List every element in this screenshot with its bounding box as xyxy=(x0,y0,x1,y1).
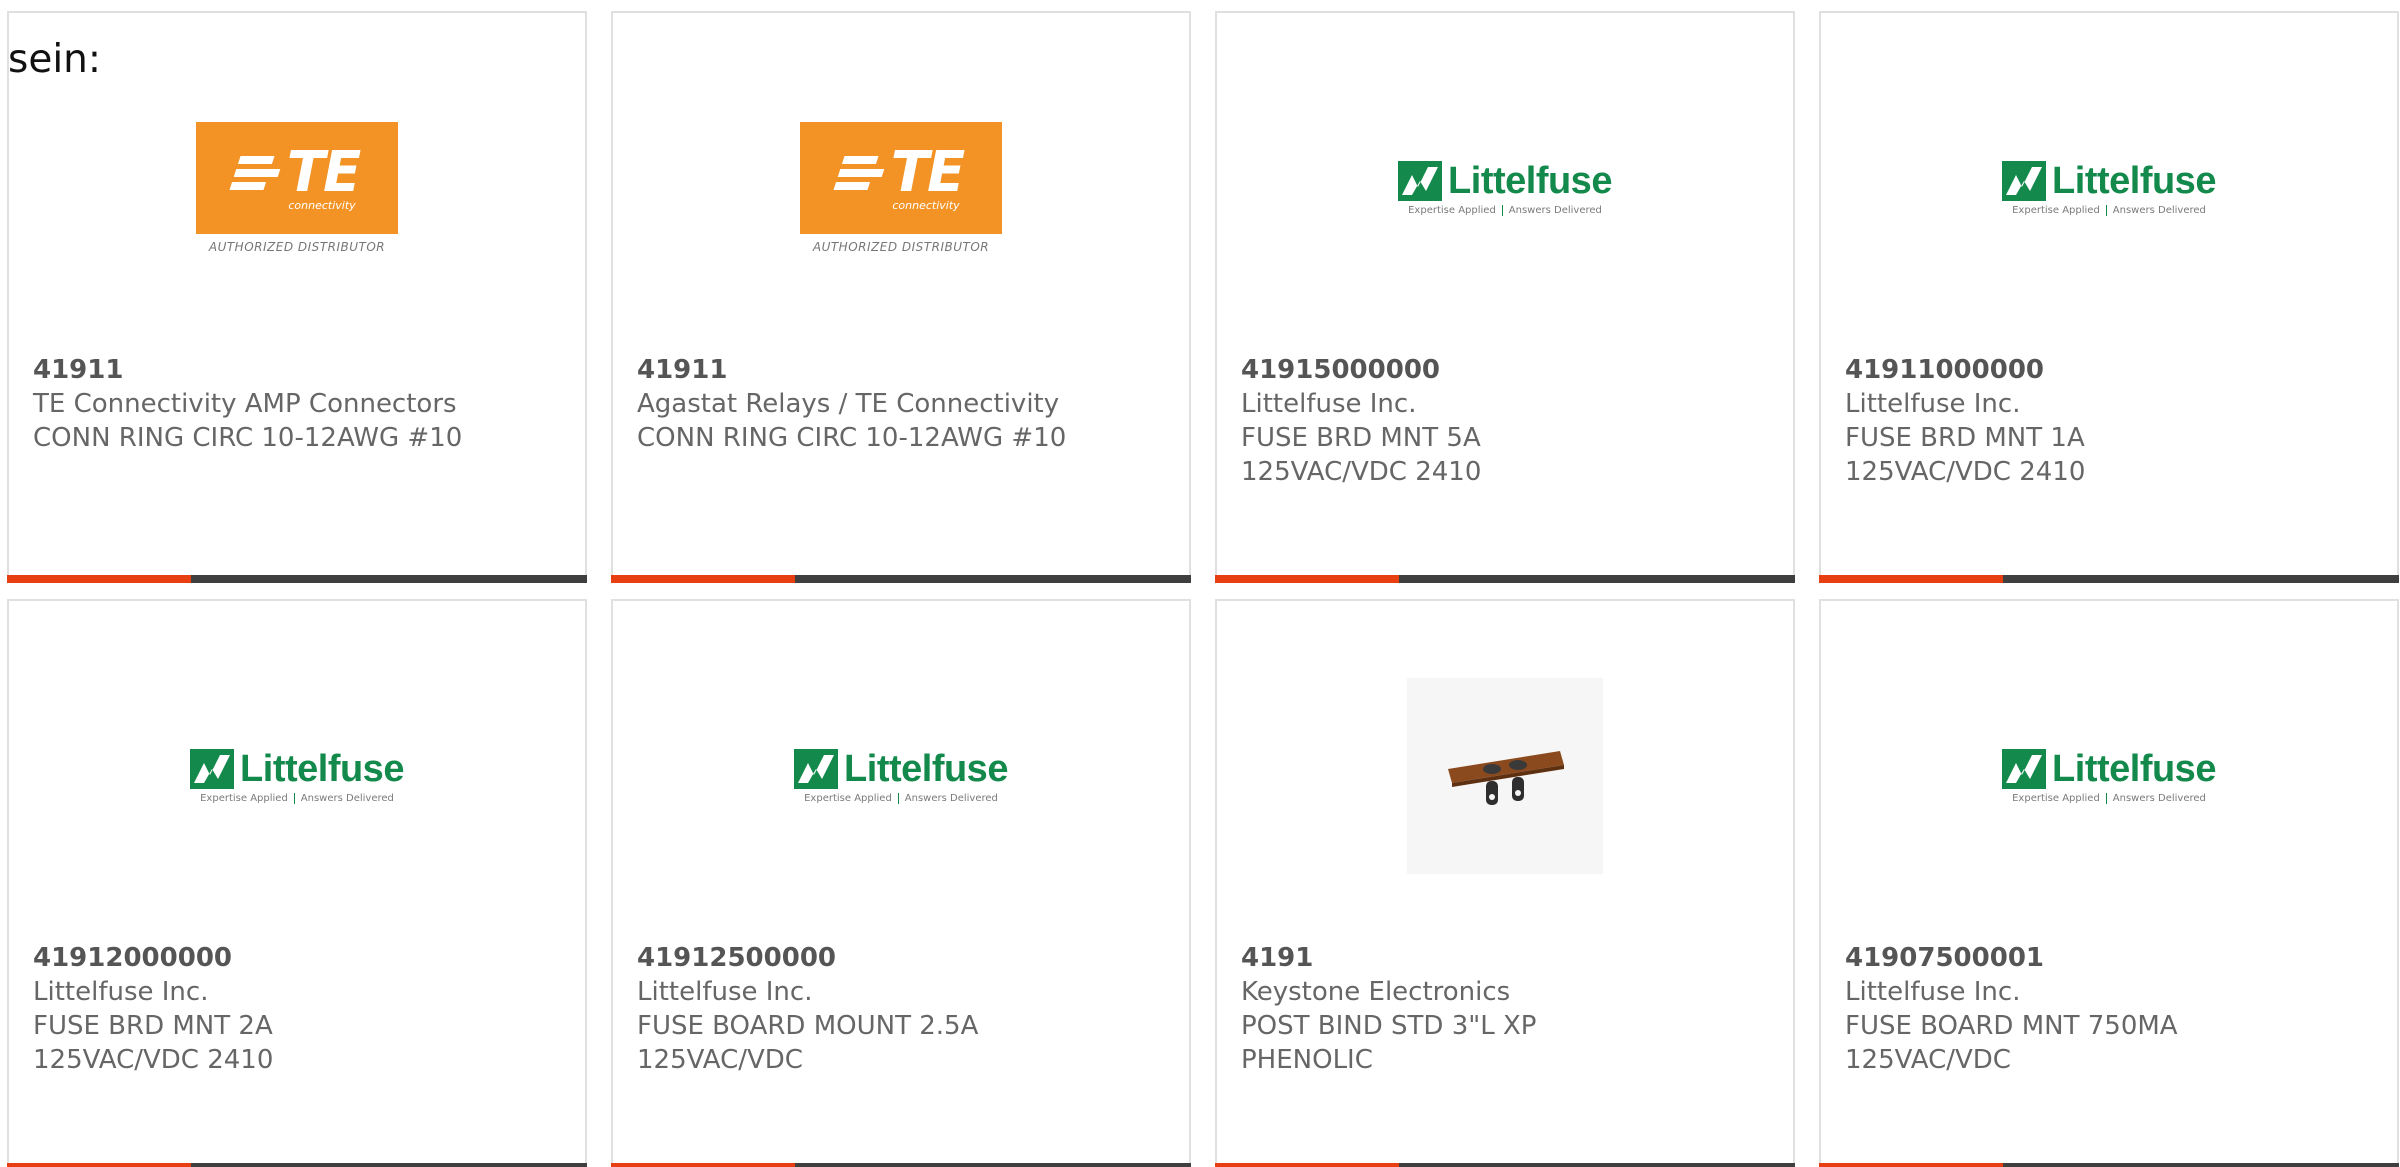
manufacturer: Agastat Relays / TE Connectivity xyxy=(637,389,1060,419)
littelfuse-mark-icon xyxy=(794,748,839,789)
littelfuse-mark-icon xyxy=(1398,160,1443,201)
product-card[interactable]: TE connectivity AUTHORIZED DISTRIBUTOR 4… xyxy=(611,11,1191,583)
product-card[interactable]: Littelfuse Expertise Applied Answers Del… xyxy=(1215,11,1795,583)
part-number[interactable]: 41907500001 xyxy=(1845,943,2044,973)
product-card[interactable]: Littelfuse Expertise Applied Answers Del… xyxy=(611,599,1191,1167)
product-image: TE connectivity AUTHORIZED DISTRIBUTOR xyxy=(9,113,585,263)
card-bottom-bar xyxy=(7,575,587,583)
manufacturer: Littelfuse Inc. xyxy=(637,977,813,1007)
product-image: Littelfuse Expertise Applied Answers Del… xyxy=(613,701,1189,851)
product-image: Littelfuse Expertise Applied Answers Del… xyxy=(1821,701,2397,851)
littelfuse-logo: Littelfuse Expertise Applied Answers Del… xyxy=(2002,160,2216,216)
product-card[interactable]: Littelfuse Expertise Applied Answers Del… xyxy=(1819,11,2399,583)
description: FUSE BRD MNT 1A 125VAC/VDC 2410 xyxy=(1845,423,2086,487)
product-card[interactable]: Littelfuse Expertise Applied Answers Del… xyxy=(1819,599,2399,1167)
littelfuse-logo: Littelfuse Expertise Applied Answers Del… xyxy=(1398,160,1612,216)
authorized-distributor-label: AUTHORIZED DISTRIBUTOR xyxy=(812,240,990,254)
description: POST BIND STD 3"L XP PHENOLIC xyxy=(1241,1011,1537,1075)
card-bottom-bar xyxy=(7,1163,587,1167)
manufacturer: Littelfuse Inc. xyxy=(33,977,209,1007)
product-image xyxy=(1217,678,1793,874)
part-number[interactable]: 41911 xyxy=(33,355,123,385)
manufacturer: Keystone Electronics xyxy=(1241,977,1511,1007)
product-image: TE connectivity AUTHORIZED DISTRIBUTOR xyxy=(613,113,1189,263)
part-number[interactable]: 4191 xyxy=(1241,943,1313,973)
littelfuse-logo: Littelfuse Expertise Applied Answers Del… xyxy=(2002,748,2216,804)
product-image: Littelfuse Expertise Applied Answers Del… xyxy=(1821,113,2397,263)
product-grid: TE connectivity AUTHORIZED DISTRIBUTOR 4… xyxy=(7,11,2399,1167)
description: FUSE BRD MNT 5A 125VAC/VDC 2410 xyxy=(1241,423,1482,487)
part-number[interactable]: 41912000000 xyxy=(33,943,232,973)
part-number[interactable]: 41911000000 xyxy=(1845,355,2044,385)
product-card[interactable]: 4191 Keystone Electronics POST BIND STD … xyxy=(1215,599,1795,1167)
manufacturer: Littelfuse Inc. xyxy=(1845,389,2021,419)
page-prefix-text: sein: xyxy=(8,37,102,82)
littelfuse-logo: Littelfuse Expertise Applied Answers Del… xyxy=(190,748,404,804)
littelfuse-mark-icon xyxy=(190,748,235,789)
product-results-page: sein: TE connectivity AUTHORIZED DISTRIB… xyxy=(0,0,2400,1167)
te-lines-icon xyxy=(833,155,888,190)
manufacturer: Littelfuse Inc. xyxy=(1241,389,1417,419)
te-connectivity-logo: TE connectivity AUTHORIZED DISTRIBUTOR xyxy=(799,122,1003,254)
te-connectivity-logo: TE connectivity AUTHORIZED DISTRIBUTOR xyxy=(195,122,399,254)
littelfuse-logo: Littelfuse Expertise Applied Answers Del… xyxy=(794,748,1008,804)
binding-post-icon xyxy=(1448,751,1564,805)
card-bottom-bar xyxy=(1819,575,2399,583)
product-image: Littelfuse Expertise Applied Answers Del… xyxy=(9,701,585,851)
manufacturer: Littelfuse Inc. xyxy=(1845,977,2021,1007)
part-number[interactable]: 41911 xyxy=(637,355,727,385)
description: FUSE BOARD MNT 750MA 125VAC/VDC xyxy=(1845,1011,2178,1075)
card-bottom-bar xyxy=(1819,1163,2399,1167)
te-lines-icon xyxy=(229,155,284,190)
product-card[interactable]: Littelfuse Expertise Applied Answers Del… xyxy=(7,599,587,1167)
card-bottom-bar xyxy=(611,1163,1191,1167)
littelfuse-mark-icon xyxy=(2002,748,2047,789)
product-card[interactable]: TE connectivity AUTHORIZED DISTRIBUTOR 4… xyxy=(7,11,587,583)
manufacturer: TE Connectivity AMP Connectors xyxy=(33,389,457,419)
card-bottom-bar xyxy=(611,575,1191,583)
binding-post-photo xyxy=(1407,678,1603,874)
description: FUSE BRD MNT 2A 125VAC/VDC 2410 xyxy=(33,1011,274,1075)
description: FUSE BOARD MOUNT 2.5A 125VAC/VDC xyxy=(637,1011,979,1075)
description: CONN RING CIRC 10-12AWG #10 xyxy=(637,423,1067,453)
product-image: Littelfuse Expertise Applied Answers Del… xyxy=(1217,113,1793,263)
littelfuse-mark-icon xyxy=(2002,160,2047,201)
part-number[interactable]: 41915000000 xyxy=(1241,355,1440,385)
description: CONN RING CIRC 10-12AWG #10 xyxy=(33,423,463,453)
card-bottom-bar xyxy=(1215,575,1795,583)
authorized-distributor-label: AUTHORIZED DISTRIBUTOR xyxy=(208,240,386,254)
card-bottom-bar xyxy=(1215,1163,1795,1167)
part-number[interactable]: 41912500000 xyxy=(637,943,836,973)
